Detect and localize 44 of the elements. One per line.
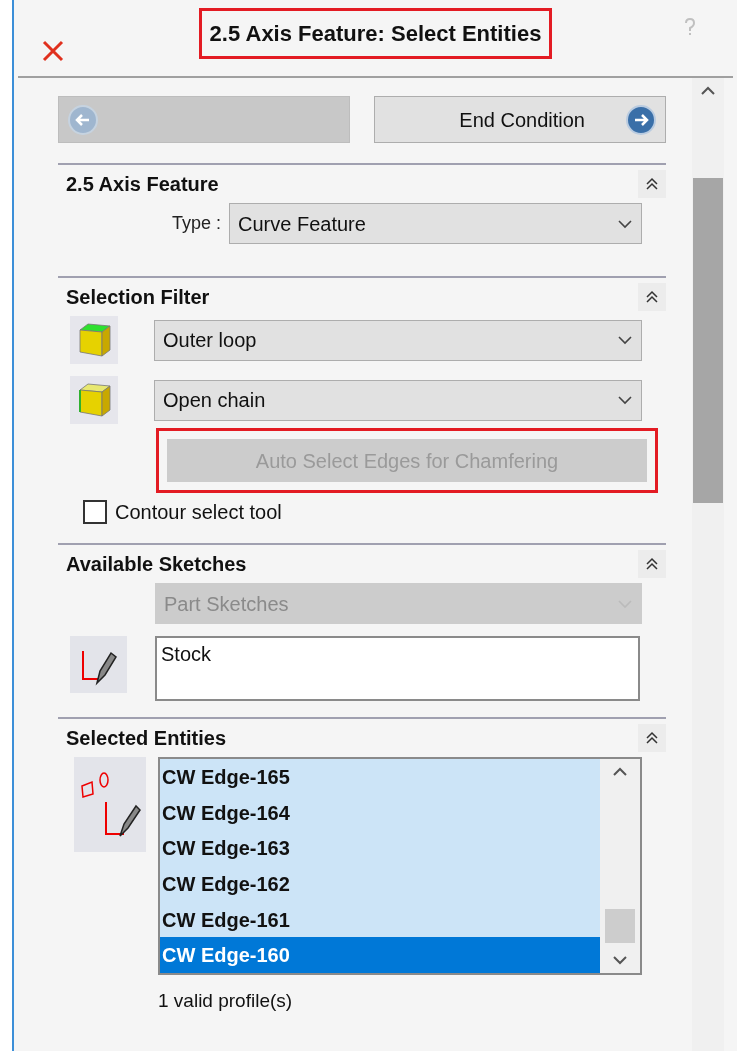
dropdown[interactable]: Open chain	[154, 379, 642, 421]
sketch-icon	[74, 757, 146, 852]
list-item[interactable]: CW Edge-165	[160, 759, 600, 795]
scrollbar-thumb[interactable]	[693, 178, 723, 503]
help-icon	[683, 17, 697, 37]
sketch-list[interactable]: Stock	[155, 636, 640, 701]
chevron-down-icon	[617, 335, 633, 345]
cube-icon	[70, 376, 118, 424]
section-title: Available Sketches	[66, 552, 247, 577]
window-title: 2.5 Axis Feature: Select Entities	[198, 8, 553, 59]
scroll-down-icon[interactable]	[612, 955, 628, 965]
close-button[interactable]	[40, 38, 66, 64]
scroll-up-icon[interactable]	[700, 86, 716, 96]
section-title: Selected Entities	[66, 726, 227, 751]
list-item[interactable]: CW Edge-162	[160, 866, 600, 902]
cube-icon	[70, 316, 118, 364]
scrollbar-thumb[interactable]	[605, 909, 635, 943]
section-title: Selection Filter	[66, 285, 210, 310]
collapse-button[interactable]	[638, 550, 666, 578]
list-item[interactable]: CW Edge-161	[160, 901, 600, 938]
section-title: 2.5 Axis Feature	[66, 172, 219, 197]
dropdown[interactable]: Outer loop	[154, 319, 642, 361]
list-item[interactable]: CW Edge-160	[160, 937, 600, 974]
checkbox-label: Contour select tool	[115, 500, 282, 525]
status-text: 1 valid profile(s)	[158, 989, 294, 1013]
end-condition-button[interactable]: End Condition	[374, 96, 666, 143]
type-label: Type :	[172, 212, 222, 235]
collapse-button[interactable]	[638, 170, 666, 198]
double-chevron-up-icon	[644, 556, 660, 572]
collapse-button[interactable]	[638, 283, 666, 311]
scrollbar[interactable]	[692, 78, 724, 1051]
collapse-button[interactable]	[638, 724, 666, 752]
list-item[interactable]: CW Edge-164	[160, 794, 600, 831]
dropdown[interactable]: Curve Feature	[229, 203, 642, 244]
double-chevron-up-icon	[644, 289, 660, 305]
list-item[interactable]: CW Edge-163	[160, 830, 600, 866]
double-chevron-up-icon	[644, 176, 660, 192]
chevron-down-icon	[617, 395, 633, 405]
chevron-down-icon	[617, 218, 633, 229]
scroll-up-icon[interactable]	[612, 767, 628, 777]
double-chevron-up-icon	[644, 730, 660, 746]
list-item[interactable]: Stock	[161, 642, 634, 666]
checkbox[interactable]	[83, 500, 107, 524]
sketch-icon	[70, 636, 127, 693]
